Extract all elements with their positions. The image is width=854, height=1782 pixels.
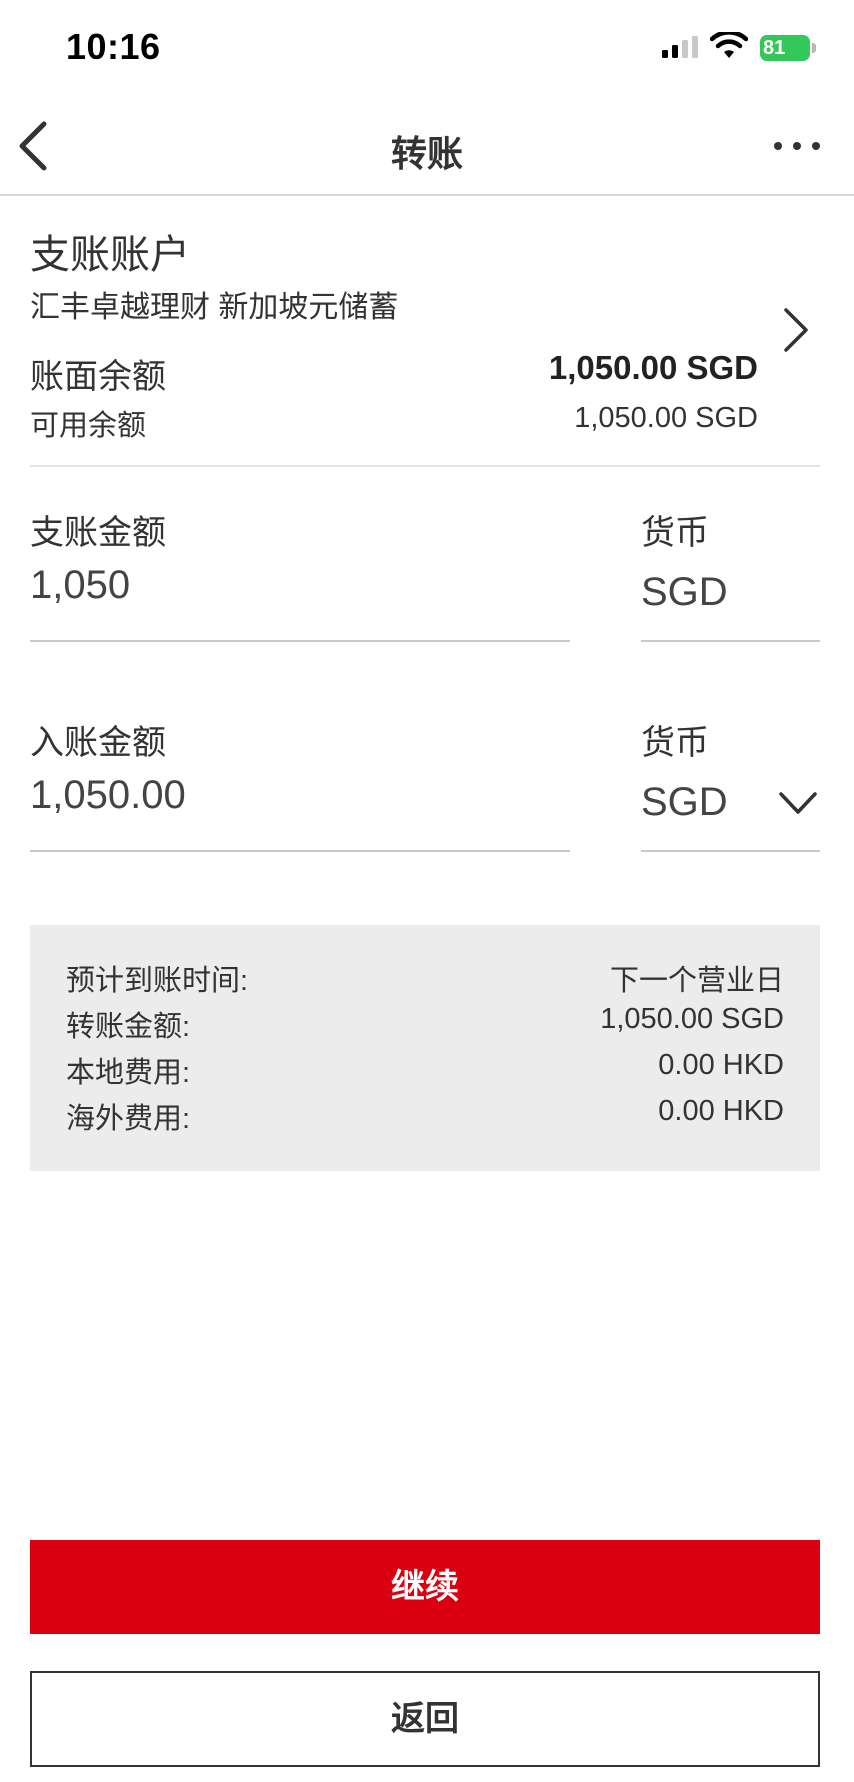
debit-amount-underline [30, 640, 570, 642]
summary-label: 转账金额: [66, 1011, 191, 1043]
ledger-balance-value: 1,050.00 SGD [548, 349, 758, 386]
debit-amount-label: 支账金额 [30, 514, 166, 552]
status-bar: 10:16 81 [0, 0, 854, 100]
battery-level: 81 [763, 37, 786, 59]
debit-account-name: 汇丰卓越理财 新加坡元储蓄 [30, 291, 399, 324]
credit-amount-input[interactable]: 1,050.00 [30, 773, 186, 818]
summary-row-amount: 转账金额: 1,050.00 SGD [66, 1003, 784, 1043]
status-time: 10:16 [66, 26, 161, 67]
nav-bar: 转账 [0, 100, 854, 196]
battery-cap [812, 43, 816, 53]
credit-amount-underline [30, 850, 570, 852]
chevron-down-icon[interactable] [778, 790, 818, 816]
wifi-icon [710, 32, 748, 58]
summary-label: 本地费用: [66, 1057, 191, 1089]
credit-currency-underline [641, 850, 820, 852]
ledger-balance-label: 账面余额 [30, 358, 166, 396]
credit-amount-label: 入账金额 [30, 724, 166, 762]
debit-currency-value: SGD [641, 570, 728, 614]
debit-currency-underline [641, 640, 820, 642]
debit-currency-label: 货币 [641, 514, 709, 552]
summary-label: 海外费用: [66, 1103, 191, 1135]
available-balance-value: 1,050.00 SGD [574, 402, 758, 434]
summary-label: 预计到账时间: [66, 965, 249, 997]
credit-currency-label: 货币 [641, 724, 709, 762]
summary-row-arrival: 预计到账时间: 下一个营业日 [66, 957, 784, 997]
summary-row-overseas-fee: 海外费用: 0.00 HKD [66, 1095, 784, 1135]
credit-currency-select[interactable]: SGD [641, 780, 728, 825]
debit-amount-input[interactable]: 1,050 [30, 563, 130, 608]
more-icon[interactable] [772, 136, 822, 156]
summary-value: 0.00 HKD [658, 1049, 784, 1081]
debit-account-title: 支账账户 [30, 233, 190, 277]
summary-value: 0.00 HKD [658, 1095, 784, 1127]
back-button[interactable]: 返回 [30, 1671, 820, 1767]
summary-value: 下一个营业日 [609, 965, 784, 997]
transfer-summary: 预计到账时间: 下一个营业日 转账金额: 1,050.00 SGD 本地费用: … [30, 925, 820, 1171]
battery-icon: 81 [760, 35, 810, 61]
page-title: 转账 [390, 133, 463, 174]
summary-row-local-fee: 本地费用: 0.00 HKD [66, 1049, 784, 1089]
chevron-right-icon [784, 308, 808, 352]
signal-icon [662, 36, 698, 58]
summary-value: 1,050.00 SGD [600, 1003, 784, 1035]
available-balance-label: 可用余额 [30, 410, 147, 442]
continue-button[interactable]: 继续 [30, 1540, 820, 1634]
divider [30, 465, 820, 467]
debit-account-selector[interactable]: 支账账户 汇丰卓越理财 新加坡元储蓄 账面余额 1,050.00 SGD 可用余… [0, 196, 854, 466]
